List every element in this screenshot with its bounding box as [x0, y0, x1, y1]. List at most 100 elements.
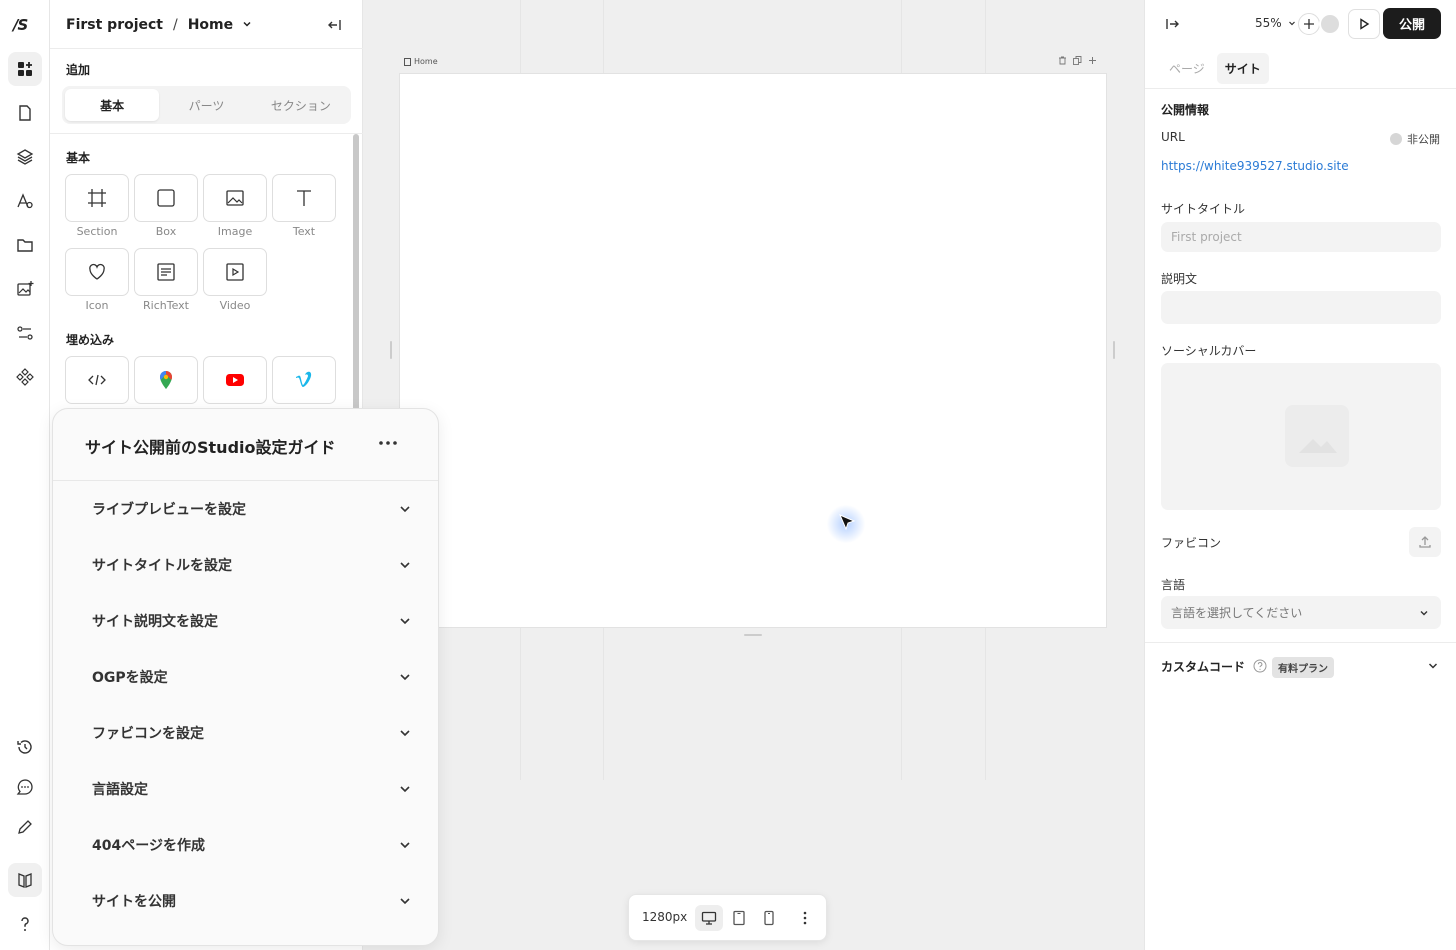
guide-item-language[interactable]: 言語設定 — [92, 779, 412, 799]
code-embed-button[interactable] — [65, 356, 129, 404]
tablet-view-button[interactable] — [725, 905, 753, 931]
resize-handle-right[interactable] — [1113, 341, 1115, 359]
resize-handle-bottom[interactable] — [744, 634, 762, 636]
publish-button[interactable]: 公開 — [1383, 8, 1441, 39]
image-add-icon — [17, 281, 34, 296]
basic-heading: 基本 — [66, 151, 91, 165]
image-element-button[interactable] — [203, 174, 267, 222]
divider — [1145, 642, 1456, 643]
collapse-panel-icon[interactable] — [326, 17, 342, 33]
chevron-down-icon[interactable] — [1427, 660, 1439, 672]
more-horizontal-icon[interactable] — [376, 435, 400, 451]
map-embed-button[interactable] — [134, 356, 198, 404]
guide-item-site-title[interactable]: サイトタイトルを設定 — [92, 555, 412, 575]
page-frame[interactable] — [400, 74, 1106, 627]
cms-icon — [17, 326, 33, 340]
icon-rail: /S — [0, 0, 50, 950]
cms-button[interactable] — [8, 316, 42, 350]
chat-button[interactable] — [8, 770, 42, 804]
desktop-icon — [701, 911, 717, 925]
status-text: 非公開 — [1407, 133, 1440, 146]
chevron-down-icon — [1288, 21, 1295, 26]
chevron-down-icon — [400, 786, 410, 793]
tab-parts[interactable]: パーツ — [159, 89, 253, 121]
image-placeholder-icon — [1285, 405, 1349, 467]
resize-handle-left[interactable] — [390, 341, 392, 359]
tab-site[interactable]: サイト — [1216, 53, 1269, 84]
visibility-status[interactable]: 非公開 — [1390, 131, 1440, 147]
chevron-down-icon — [400, 674, 410, 681]
history-icon — [17, 740, 32, 754]
guide-button[interactable] — [8, 863, 42, 897]
guide-item-label: サイトタイトルを設定 — [92, 558, 232, 574]
video-element-button[interactable] — [203, 248, 267, 296]
frame-label[interactable]: Home — [404, 57, 438, 66]
breadcrumb-separator: / — [173, 17, 178, 33]
mobile-view-button[interactable] — [755, 905, 783, 931]
divider — [53, 480, 438, 481]
custom-code-heading[interactable]: カスタムコード — [1161, 658, 1245, 675]
project-name[interactable]: First project — [66, 17, 163, 33]
pages-button[interactable] — [8, 96, 42, 130]
setup-guide-card: サイト公開前のStudio設定ガイド ライブプレビューを設定 サイトタイトルを設… — [52, 408, 439, 946]
trash-icon[interactable] — [1058, 56, 1067, 65]
more-vertical-icon[interactable] — [797, 910, 813, 926]
frame-tools — [1058, 56, 1097, 65]
divider — [50, 133, 363, 134]
section-element-button[interactable] — [65, 174, 129, 222]
site-title-input[interactable]: First project — [1161, 222, 1441, 252]
assets-button[interactable] — [8, 228, 42, 262]
page-selector[interactable]: Home — [188, 17, 252, 33]
folder-icon — [17, 239, 33, 252]
image-label: Image — [217, 225, 253, 238]
guide-item-ogp[interactable]: OGPを設定 — [92, 667, 412, 687]
help-button[interactable] — [8, 907, 42, 941]
social-cover-dropzone[interactable] — [1161, 363, 1441, 510]
plus-icon — [1304, 19, 1314, 29]
edit-button[interactable] — [8, 810, 42, 844]
site-url-link[interactable]: https://white939527.studio.site — [1161, 159, 1349, 173]
invite-button[interactable] — [1298, 13, 1320, 35]
plus-icon[interactable] — [1088, 56, 1097, 65]
help-circle-icon[interactable] — [1253, 659, 1267, 673]
preview-button[interactable] — [1348, 9, 1380, 39]
youtube-embed-button[interactable] — [203, 356, 267, 404]
layers-button[interactable] — [8, 140, 42, 174]
studio-logo[interactable]: /S — [13, 16, 37, 36]
guide-item-favicon[interactable]: ファビコンを設定 — [92, 723, 412, 743]
guide-item-label: ファビコンを設定 — [92, 726, 204, 742]
richtext-element-button[interactable] — [134, 248, 198, 296]
favicon-upload-button[interactable] — [1409, 527, 1441, 557]
chevron-down-icon — [1420, 610, 1428, 615]
duplicate-icon[interactable] — [1073, 56, 1082, 65]
history-button[interactable] — [8, 730, 42, 764]
tab-sections[interactable]: セクション — [254, 89, 348, 121]
avatar[interactable] — [1319, 13, 1341, 35]
guide-item-label: ライブプレビューを設定 — [92, 502, 246, 518]
tab-page[interactable]: ページ — [1161, 53, 1213, 84]
site-title-label: サイトタイトル — [1161, 202, 1246, 216]
tab-basic[interactable]: 基本 — [65, 89, 160, 121]
social-cover-label: ソーシャルカバー — [1161, 344, 1257, 358]
typography-button[interactable] — [8, 184, 42, 218]
guide-item-live-preview[interactable]: ライブプレビューを設定 — [92, 499, 412, 519]
guide-item-404-page[interactable]: 404ページを作成 — [92, 835, 412, 855]
guide-item-site-description[interactable]: サイト説明文を設定 — [92, 611, 412, 631]
description-input[interactable] — [1161, 291, 1441, 324]
panel-scrollbar[interactable] — [353, 134, 359, 424]
chevron-down-icon — [243, 21, 251, 27]
guide-item-label: OGPを設定 — [92, 670, 168, 686]
vimeo-embed-button[interactable] — [272, 356, 336, 404]
language-select[interactable]: 言語を選択してください — [1161, 596, 1441, 629]
media-button[interactable] — [8, 272, 42, 306]
guide-item-publish-site[interactable]: サイトを公開 — [92, 891, 412, 911]
icon-element-button[interactable] — [65, 248, 129, 296]
viewport-width[interactable]: 1280px — [642, 910, 687, 924]
components-button[interactable] — [8, 360, 42, 394]
zoom-selector[interactable]: 55% — [1255, 16, 1296, 30]
expand-panel-icon[interactable] — [1165, 16, 1181, 32]
box-element-button[interactable] — [134, 174, 198, 222]
add-elements-button[interactable] — [8, 52, 42, 86]
desktop-view-button[interactable] — [695, 905, 723, 931]
text-element-button[interactable] — [272, 174, 336, 222]
